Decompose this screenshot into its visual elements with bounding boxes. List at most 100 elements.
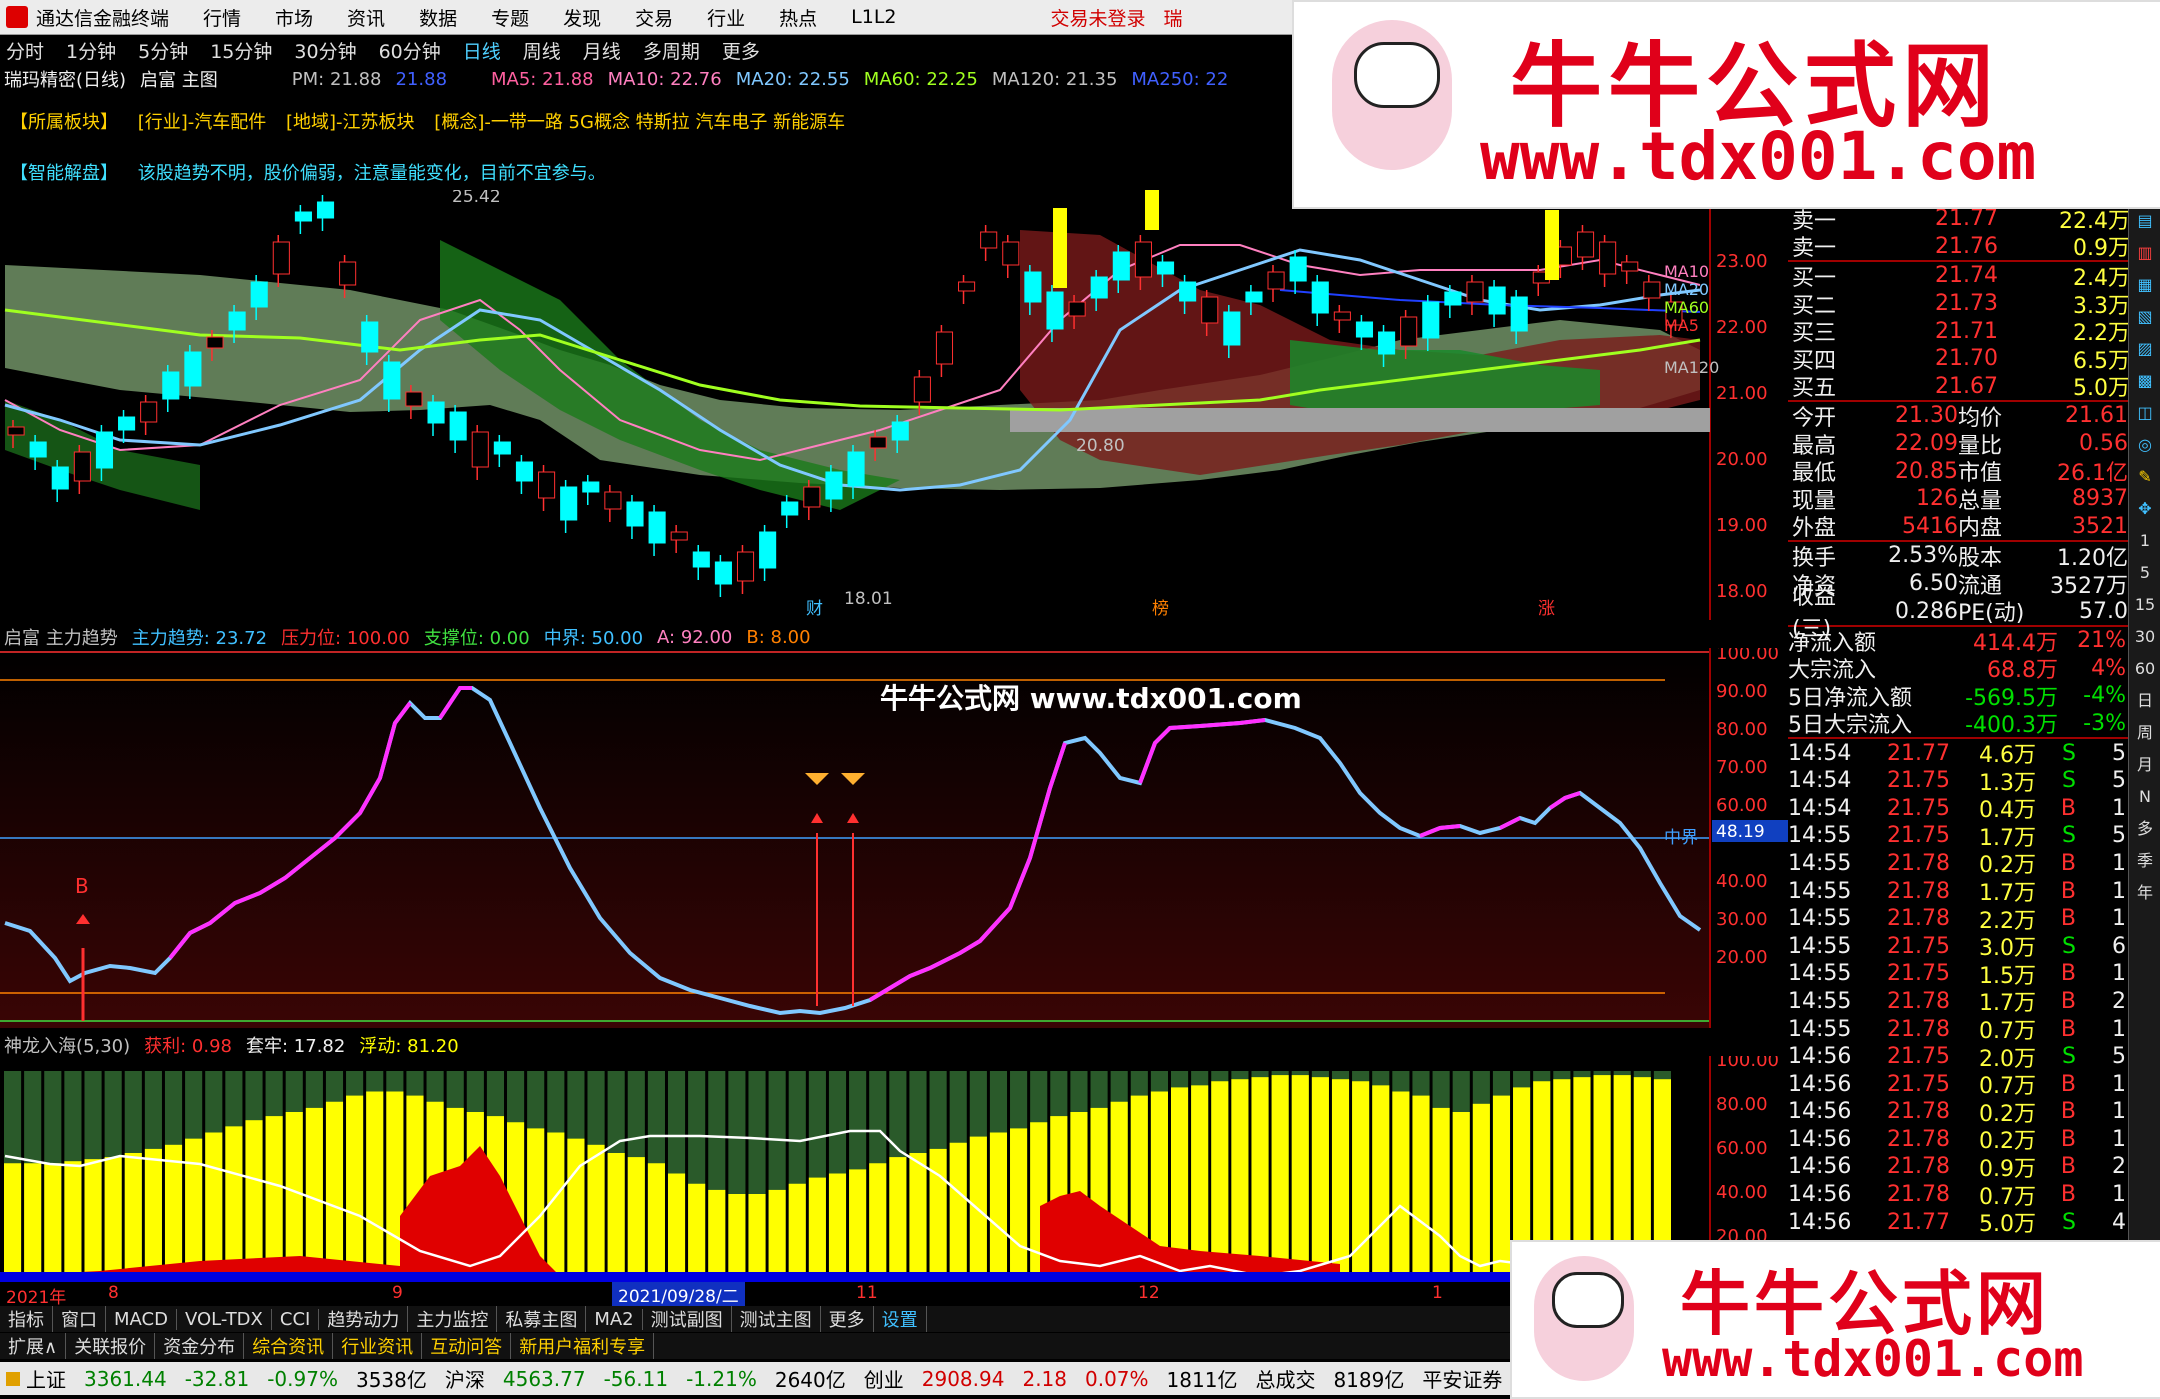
tab-new-user[interactable]: 新用户福利专享 (511, 1333, 655, 1359)
sidebar-period-1[interactable]: 1 (2129, 525, 2160, 557)
quote-row[interactable]: 收益(三) 0.286 PE(动) 57.0 (1788, 585, 2160, 642)
sidebar-period-多[interactable]: 多 (2129, 813, 2160, 845)
sidebar-period-30[interactable]: 30 (2129, 621, 2160, 653)
period-monthly[interactable]: 月线 (583, 37, 621, 64)
period-15min[interactable]: 15分钟 (210, 37, 272, 64)
period-multi[interactable]: 多周期 (643, 37, 700, 64)
sidebar-period-N[interactable]: N (2129, 781, 2160, 813)
tick-row[interactable]: 14:55 21.78 1.7万 B 1 (1788, 877, 2160, 907)
tick-row[interactable]: 14:56 21.78 0.9万 B 2 (1788, 1153, 2160, 1182)
tab-industry-news[interactable]: 行业资讯 (333, 1333, 423, 1359)
tick-row[interactable]: 14:56 21.75 2.0万 S 5 (1788, 1043, 2160, 1072)
chart-icon[interactable]: ▦ (2129, 269, 2160, 301)
period-weekly[interactable]: 周线 (523, 37, 561, 64)
flow-row[interactable]: 5日大宗流入 -400.3万 -3% (1788, 710, 2160, 739)
tab-macd[interactable]: MACD (106, 1308, 177, 1330)
period-more[interactable]: 更多 (722, 37, 760, 64)
sector-industry[interactable]: [行业]-汽车配件 (138, 112, 267, 133)
tick-row[interactable]: 14:55 21.78 0.2万 B 1 (1788, 850, 2160, 879)
orderbook-buy-row[interactable]: 买五 21.67 5.0万 (1788, 373, 2160, 402)
quote-row[interactable]: 最高 22.09 量比 0.56 (1788, 430, 2160, 459)
sidebar-period-周[interactable]: 周 (2129, 717, 2160, 749)
flow-row[interactable]: 净流入额 414.4万 21% (1788, 627, 2160, 656)
tab-test-sub[interactable]: 测试副图 (643, 1306, 732, 1332)
tab-ma2[interactable]: MA2 (586, 1308, 643, 1330)
sh-label[interactable]: 上证 (26, 1364, 66, 1393)
flow-row[interactable]: 大宗流入 68.8万 4% (1788, 655, 2160, 684)
tab-main-monitor[interactable]: 主力监控 (408, 1306, 498, 1332)
tick-row[interactable]: 14:55 21.75 1.7万 S 5 (1788, 822, 2160, 851)
quote-row[interactable]: 最低 20.85 市值 26.1亿 (1788, 457, 2160, 487)
indicator-trend-chart[interactable]: B 牛牛公式网 www.tdx001.com 100.00 90.00 80.0… (0, 648, 1788, 1028)
chart-icon[interactable]: ◎ (2129, 429, 2160, 461)
login-status[interactable]: 交易未登录 (1051, 4, 1146, 31)
sidebar-period-月[interactable]: 月 (2129, 749, 2160, 781)
menu-item-topic[interactable]: 专题 (491, 4, 529, 31)
chart-icon[interactable]: ▥ (2129, 237, 2160, 269)
chart-icon[interactable]: ▩ (2129, 365, 2160, 397)
sidebar-period-15[interactable]: 15 (2129, 589, 2160, 621)
tick-row[interactable]: 14:56 21.75 0.7万 B 1 (1788, 1070, 2160, 1100)
menu-item-l1l2[interactable]: L1L2 (851, 6, 896, 28)
quote-row[interactable]: 现量 126 总量 8937 (1788, 485, 2160, 514)
main-price-chart[interactable]: 25.42 18.01 20.80 财 榜 涨 23.00 22.00 21.0… (0, 190, 1788, 620)
tick-row[interactable]: 14:56 21.78 0.7万 B 1 (1788, 1181, 2160, 1210)
tick-row[interactable]: 14:54 21.75 1.3万 S 5 (1788, 767, 2160, 796)
tick-row[interactable]: 14:54 21.75 0.4万 B 1 (1788, 794, 2160, 824)
sz-label[interactable]: 沪深 (445, 1364, 485, 1393)
period-5min[interactable]: 5分钟 (138, 37, 188, 64)
tab-general-news[interactable]: 综合资讯 (244, 1333, 334, 1359)
tab-more[interactable]: 更多 (821, 1306, 874, 1332)
period-tick[interactable]: 分时 (6, 37, 44, 64)
tick-row[interactable]: 14:55 21.75 1.5万 B 1 (1788, 960, 2160, 989)
quote-row[interactable]: 今开 21.30 均价 21.61 (1788, 402, 2160, 431)
menu-item-trade[interactable]: 交易 (635, 4, 673, 31)
sector-region[interactable]: [地域]-江苏板块 (286, 112, 415, 133)
tab-test-main[interactable]: 测试主图 (732, 1306, 821, 1332)
chart-icon[interactable]: ▤ (2129, 205, 2160, 237)
tick-row[interactable]: 14:55 21.75 3.0万 S 6 (1788, 932, 2160, 962)
flow-row[interactable]: 5日净流入额 -569.5万 -4% (1788, 682, 2160, 711)
menu-item-industry[interactable]: 行业 (707, 4, 745, 31)
menu-item-data[interactable]: 数据 (419, 4, 457, 31)
orderbook-buy-row[interactable]: 买三 21.71 2.2万 (1788, 317, 2160, 347)
quote-row[interactable]: 外盘 5416 内盘 3521 (1788, 513, 2160, 542)
tab-related-quote[interactable]: 关联报价 (66, 1333, 156, 1359)
tab-cci[interactable]: CCI (272, 1308, 320, 1330)
tick-row[interactable]: 14:55 21.78 1.7万 B 2 (1788, 988, 2160, 1017)
tab-qa[interactable]: 互动问答 (422, 1333, 512, 1359)
tab-window[interactable]: 窗口 (53, 1306, 106, 1332)
tab-trend-power[interactable]: 趋势动力 (319, 1306, 409, 1332)
status-icon[interactable] (6, 1371, 20, 1386)
tick-row[interactable]: 14:56 21.77 5.0万 S 4 (1788, 1208, 2160, 1238)
sidebar-period-年[interactable]: 年 (2129, 877, 2160, 909)
period-daily[interactable]: 日线 (463, 37, 501, 64)
ind2-title[interactable]: 神龙入海(5,30) (4, 1032, 130, 1058)
orderbook-sell-row[interactable]: 卖一 21.76 0.9万 (1788, 233, 2160, 262)
tick-row[interactable]: 14:54 21.77 4.6万 S 5 (1788, 739, 2160, 769)
menu-item-discover[interactable]: 发现 (563, 4, 601, 31)
chart-icon[interactable]: ◫ (2129, 397, 2160, 429)
period-30min[interactable]: 30分钟 (294, 37, 356, 64)
tick-row[interactable]: 14:56 21.78 0.2万 B 1 (1788, 1098, 2160, 1127)
tick-row[interactable]: 14:55 21.78 2.2万 B 1 (1788, 905, 2160, 934)
sector-concept[interactable]: [概念]-一带一路 5G概念 特斯拉 汽车电子 新能源车 (434, 112, 845, 133)
tab-fund-distribution[interactable]: 资金分布 (155, 1333, 245, 1359)
cy-label[interactable]: 创业 (864, 1364, 904, 1393)
tick-row[interactable]: 14:55 21.78 0.7万 B 1 (1788, 1015, 2160, 1045)
tab-indicator[interactable]: 指标 (0, 1306, 53, 1332)
orderbook-buy-row[interactable]: 买一 21.74 2.4万 (1788, 262, 2160, 291)
chart-icon[interactable]: ✎ (2129, 461, 2160, 493)
sidebar-period-5[interactable]: 5 (2129, 557, 2160, 589)
menu-item-hot[interactable]: 热点 (779, 4, 817, 31)
orderbook-sell-row[interactable]: 卖一 21.77 22.4万 (1788, 205, 2160, 234)
orderbook-buy-row[interactable]: 买四 21.70 6.5万 (1788, 345, 2160, 374)
chart-icon[interactable]: ✥ (2129, 493, 2160, 525)
tab-settings[interactable]: 设置 (874, 1306, 927, 1332)
period-60min[interactable]: 60分钟 (379, 37, 441, 64)
orderbook-buy-row[interactable]: 买二 21.73 3.3万 (1788, 290, 2160, 319)
ind1-title[interactable]: 启富 主力趋势 (4, 624, 118, 650)
tab-extend[interactable]: 扩展∧ (0, 1333, 67, 1359)
sidebar-period-日[interactable]: 日 (2129, 685, 2160, 717)
chart-icon[interactable]: ▧ (2129, 301, 2160, 333)
